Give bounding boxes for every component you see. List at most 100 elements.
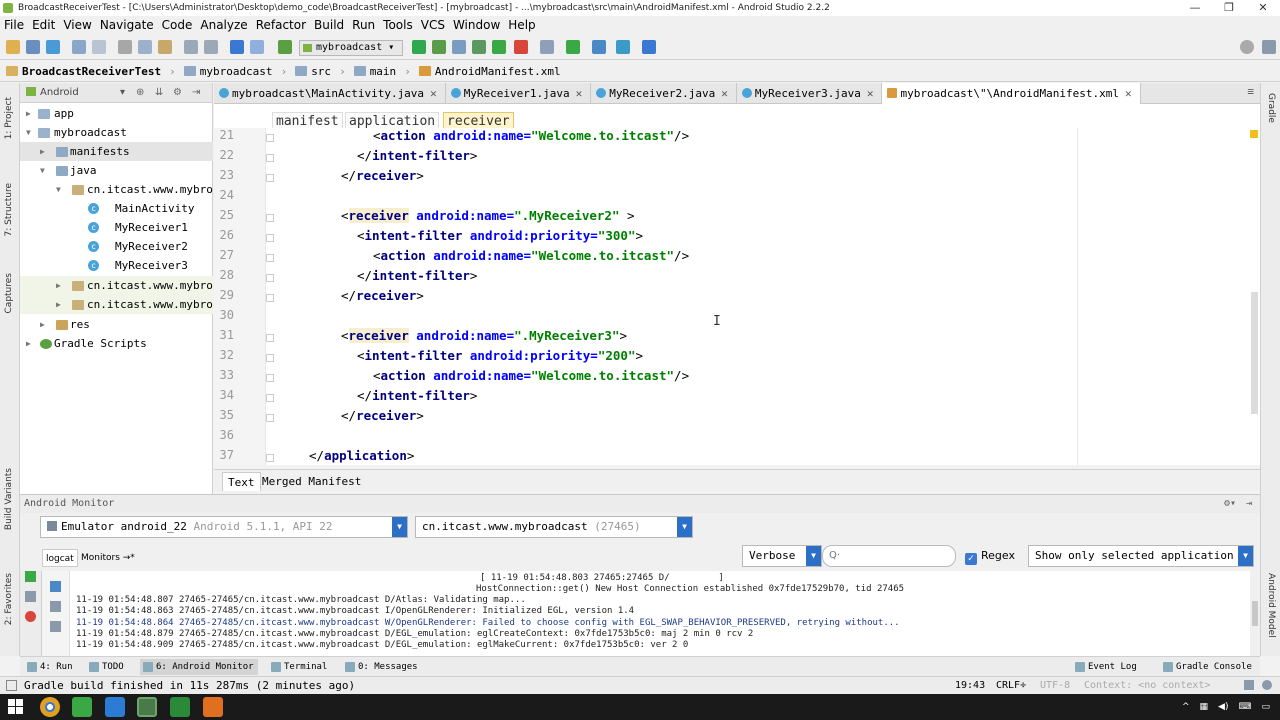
logcat-output[interactable]: [ 11-19 01:54:48.803 27465:27465 D/ ] Ho… [70,571,1250,656]
apply-changes-icon[interactable] [492,40,506,54]
close-button[interactable]: ✕ [1246,0,1280,16]
replace-icon[interactable] [204,40,218,54]
volume-icon[interactable]: ◀) [1218,702,1228,712]
run-icon[interactable] [412,40,426,54]
chevron-down-icon[interactable]: ▼ [677,517,692,537]
menu-help[interactable]: Help [508,18,541,32]
attach-debugger-icon[interactable] [472,40,486,54]
help-icon[interactable] [642,40,656,54]
fold-marker-icon[interactable] [266,354,274,362]
lock-icon[interactable] [1244,680,1254,690]
crumb-project[interactable]: BroadcastReceiverTest › [6,65,176,78]
cut-icon[interactable] [118,40,132,54]
chevron-down-icon[interactable]: ▾ [120,83,125,103]
process-select[interactable]: cn.itcast.www.mybroadcast (27465) ▼ [415,516,693,538]
vscode-icon[interactable] [105,697,125,717]
tab-monitors[interactable]: Monitors →* [78,549,138,567]
tree-item-mainactivity[interactable]: c MainActivity [20,199,213,218]
layout-icon[interactable] [1262,40,1276,54]
tree-item-myreceiver3[interactable]: c MyReceiver3 [20,256,213,275]
undo-icon[interactable] [72,40,86,54]
menu-analyze[interactable]: Analyze [200,18,253,32]
log-filter-select[interactable]: Show only selected application ▼ [1028,545,1254,567]
gear-icon[interactable]: ⚙ [173,83,182,103]
tree-item-app[interactable]: ▶ app [20,104,213,123]
fold-marker-icon[interactable] [266,134,274,142]
tab-merged-manifest[interactable]: Merged Manifest [257,472,366,491]
redo-icon[interactable] [92,40,106,54]
menu-code[interactable]: Code [162,18,199,32]
tab-androidmanifest[interactable]: mybroadcast\"\AndroidManifest.xml ✕ [882,83,1141,104]
fold-marker-icon[interactable] [266,374,274,382]
tree-item-package[interactable]: ▼ cn.itcast.www.mybro [20,180,213,199]
avd-manager-icon[interactable] [592,40,606,54]
fold-marker-icon[interactable] [266,154,274,162]
event-log-tool-button[interactable]: Event Log [1072,659,1141,675]
chevron-down-icon[interactable]: ▼ [392,517,407,537]
fold-marker-icon[interactable] [266,414,274,422]
menu-vcs[interactable]: VCS [421,18,451,32]
captures-tool-button[interactable]: Captures [4,273,14,313]
sync-icon[interactable] [46,40,60,54]
build-variants-tool-button[interactable]: Build Variants [4,468,14,530]
rerun-icon[interactable] [25,571,36,582]
run-tool-button[interactable]: 4: Run [24,659,77,675]
sublime-icon[interactable] [203,697,223,717]
open-folder-icon[interactable] [6,40,20,54]
sdk-manager-icon[interactable] [616,40,630,54]
android-studio-icon[interactable] [72,697,92,717]
code-editor[interactable]: 21 22 23 24 25 26 27 28 29 30 31 32 33 34 35 36 37 <acti… [214,128,1260,465]
clear-logcat-icon[interactable] [50,581,61,592]
tab-myreceiver2[interactable]: MyReceiver2.java ✕ [591,83,737,104]
copy-icon[interactable] [138,40,152,54]
close-icon[interactable]: ✕ [867,87,874,100]
fold-marker-icon[interactable] [266,394,274,402]
menu-navigate[interactable]: Navigate [100,18,160,32]
search-everywhere-icon[interactable] [1240,40,1254,54]
menu-view[interactable]: View [63,18,97,32]
gear-icon[interactable]: ⚙▾ [1224,495,1236,513]
chevron-up-icon[interactable]: ^ [1182,702,1190,712]
paste-icon[interactable] [158,40,172,54]
tab-logcat[interactable]: logcat [42,549,78,567]
keyboard-icon[interactable]: ⌨ [1238,702,1251,712]
back-icon[interactable] [230,40,244,54]
screenshot-icon[interactable] [25,591,36,602]
fold-marker-icon[interactable] [266,234,274,242]
scroll-from-source-icon[interactable]: ⊕ [136,83,144,103]
terminate-icon[interactable] [25,611,36,622]
tree-item-package-androidtest[interactable]: ▶ cn.itcast.www.mybro [20,276,213,295]
menu-file[interactable]: File [4,18,30,32]
structure-tool-button[interactable]: 7: Structure [4,183,14,237]
tab-mainactivity[interactable]: mybroadcast\MainActivity.java ✕ [214,83,446,104]
todo-tool-button[interactable]: TODO [86,659,128,675]
favorites-tool-button[interactable]: 2: Favorites [4,573,14,625]
device-select[interactable]: Emulator android_22 Android 5.1.1, API 2… [40,516,408,538]
menu-tools[interactable]: Tools [383,18,419,32]
find-icon[interactable] [184,40,198,54]
terminal-tool-button[interactable]: Terminal [268,659,331,675]
menu-build[interactable]: Build [314,18,350,32]
fold-marker-icon[interactable] [266,454,274,462]
tab-text[interactable]: Text [222,472,261,491]
crumb-main[interactable]: main › [353,65,411,78]
close-icon[interactable]: ✕ [576,87,583,100]
crumb-src[interactable]: src › [295,65,346,78]
project-structure-icon[interactable] [540,40,554,54]
gradle-console-tool-button[interactable]: Gradle Console [1160,659,1256,675]
fold-marker-icon[interactable] [266,254,274,262]
up-arrow-icon[interactable] [50,621,61,632]
tool-windows-toggle-icon[interactable] [6,680,17,691]
tree-item-mybroadcast[interactable]: ▼ mybroadcast [20,123,213,142]
crumb-file[interactable]: AndroidManifest.xml [418,65,561,78]
android-monitor-tool-button[interactable]: 6: Android Monitor [140,659,258,675]
network-icon[interactable]: ▦ [1200,702,1209,712]
tree-item-gradle-scripts[interactable]: ▶ Gradle Scripts [20,334,213,353]
maximize-button[interactable]: ❐ [1212,0,1246,16]
chrome-icon[interactable] [40,697,60,717]
scroll-to-end-icon[interactable] [50,601,61,612]
fold-marker-icon[interactable] [266,294,274,302]
hide-panel-icon[interactable]: ⇥ [1246,495,1252,513]
tree-item-myreceiver2[interactable]: c MyReceiver2 [20,237,213,256]
close-icon[interactable]: ✕ [721,87,728,100]
